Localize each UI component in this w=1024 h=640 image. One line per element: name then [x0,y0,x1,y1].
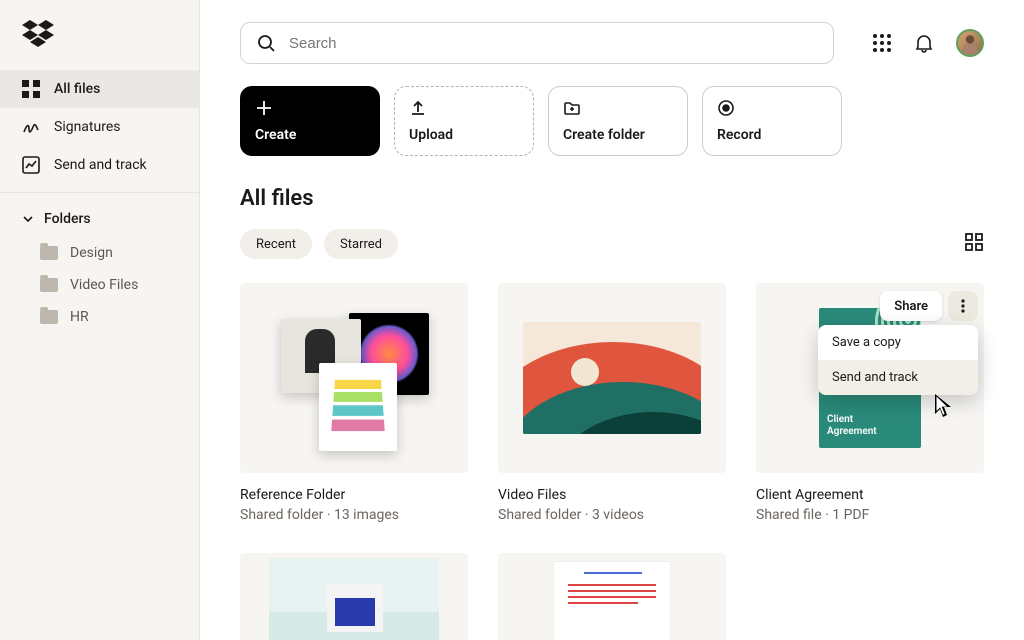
upload-icon [409,99,427,117]
cursor-icon [934,393,956,419]
folder-label: Video Files [70,277,138,293]
nav-all-files[interactable]: All files [0,70,199,108]
sidebar: All files Signatures Send and track Fold… [0,0,200,640]
nav-label: Send and track [54,157,147,173]
grid-icon [22,80,40,98]
thumbnail [498,553,726,640]
share-button[interactable]: Share [880,291,942,321]
more-vertical-icon [961,299,965,313]
folder-label: HR [70,309,89,325]
menu-label: Save a copy [832,335,901,350]
share-label: Share [894,299,928,314]
nav-label: Signatures [54,119,121,135]
upload-label: Upload [409,127,519,143]
file-card-reference[interactable]: Reference Folder Shared folder · 13 imag… [240,283,468,523]
record-label: Record [717,127,827,143]
nav-signatures[interactable]: Signatures [0,108,199,146]
folders-header[interactable]: Folders [0,201,199,237]
chart-icon [22,156,40,174]
file-grid: Reference Folder Shared folder · 13 imag… [240,283,984,613]
search-box[interactable] [240,22,834,64]
menu-label: Send and track [832,370,918,385]
folder-video-files[interactable]: Video Files [0,269,199,301]
create-folder-label: Create folder [563,127,673,143]
folders-header-label: Folders [44,211,91,227]
signature-icon [22,118,40,136]
folder-icon [40,310,58,324]
folder-icon [40,246,58,260]
plus-icon [255,99,273,117]
folder-label: Design [70,245,113,261]
chip-label: Starred [340,237,382,252]
doc-overlay-text: Client Agreement [827,414,877,438]
search-icon [257,34,275,52]
page-title: All files [240,186,984,211]
main-content: Create Upload Create folder Record All f… [200,0,1024,640]
view-toggle-icon[interactable] [964,232,984,256]
filter-row: Recent Starred [240,229,984,259]
file-card-video[interactable]: Video Files Shared folder · 3 videos [498,283,726,523]
create-button[interactable]: Create [240,86,380,156]
menu-save-copy[interactable]: Save a copy [818,325,978,360]
chip-label: Recent [256,237,296,252]
nav-label: All files [54,81,100,97]
chip-starred[interactable]: Starred [324,229,398,259]
bell-icon[interactable] [914,33,934,53]
folder-hr[interactable]: HR [0,301,199,333]
top-icons [872,29,984,57]
card-title: Video Files [498,487,726,503]
card-title: Reference Folder [240,487,468,503]
file-card[interactable] [240,553,468,613]
sidebar-divider [0,192,199,193]
create-label: Create [255,127,365,143]
folder-icon [40,278,58,292]
nav-send-track[interactable]: Send and track [0,146,199,184]
thumbnail: Client Agreement Share Save a copy Send … [756,283,984,473]
thumbnail [498,283,726,473]
card-subtitle: Shared folder · 13 images [240,507,468,523]
create-folder-button[interactable]: Create folder [548,86,688,156]
thumbnail [240,283,468,473]
menu-send-track[interactable]: Send and track [818,360,978,395]
more-button[interactable] [948,291,978,321]
chevron-down-icon [22,213,34,225]
folder-plus-icon [563,99,581,117]
card-title: Client Agreement [756,487,984,503]
search-input[interactable] [289,35,817,52]
top-bar [240,22,984,64]
quick-actions: Create Upload Create folder Record [240,86,984,156]
record-icon [717,99,735,117]
dropbox-logo[interactable] [22,18,54,50]
record-button[interactable]: Record [702,86,842,156]
thumbnail [240,553,468,640]
upload-button[interactable]: Upload [394,86,534,156]
context-menu: Save a copy Send and track [818,325,978,395]
card-subtitle: Shared folder · 3 videos [498,507,726,523]
card-subtitle: Shared file · 1 PDF [756,507,984,523]
folder-design[interactable]: Design [0,237,199,269]
chip-recent[interactable]: Recent [240,229,312,259]
file-card[interactable] [498,553,726,613]
file-card-client-agreement[interactable]: Client Agreement Share Save a copy Send … [756,283,984,523]
apps-icon[interactable] [872,33,892,53]
avatar[interactable] [956,29,984,57]
